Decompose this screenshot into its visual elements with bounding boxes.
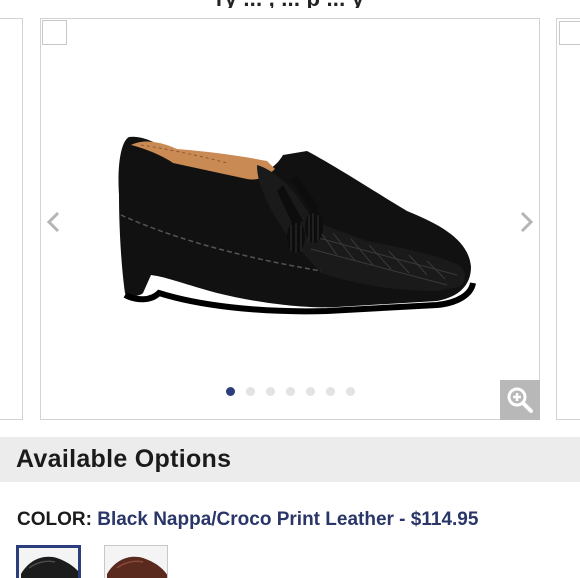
available-options-title: Available Options: [16, 445, 232, 473]
carousel-dot[interactable]: [326, 386, 335, 396]
compare-checkbox[interactable]: [42, 20, 67, 45]
carousel-dot[interactable]: [246, 386, 255, 396]
black-shoe-thumbnail: [19, 548, 78, 578]
chevron-right-icon: [520, 211, 534, 233]
carousel-dot[interactable]: [266, 386, 275, 396]
zoom-button[interactable]: [500, 380, 540, 420]
color-selection-line: COLOR: Black Nappa/Croco Print Leather -…: [17, 509, 478, 531]
loafer-shoe-image: [118, 136, 476, 315]
carousel-dot[interactable]: [306, 386, 315, 396]
compare-checkbox-next[interactable]: [559, 21, 580, 45]
color-swatch-brown[interactable]: [104, 545, 168, 578]
product-image-card: [40, 18, 540, 420]
zoom-in-icon: [507, 387, 533, 413]
carousel-prev-button[interactable]: [41, 207, 67, 237]
chevron-left-icon: [46, 211, 60, 233]
brown-shoe-thumbnail: [105, 546, 167, 578]
carousel-dots: [226, 385, 355, 397]
carousel-dot[interactable]: [346, 386, 355, 396]
carousel-next-button[interactable]: [513, 207, 539, 237]
selected-color-value: Black Nappa/Croco Print Leather - $114.9…: [97, 509, 479, 530]
color-label: COLOR:: [17, 509, 92, 530]
carousel-dot[interactable]: [286, 386, 295, 396]
color-swatch-black[interactable]: [16, 545, 81, 578]
previous-product-card[interactable]: [0, 18, 23, 420]
carousel-dot[interactable]: [226, 386, 235, 396]
clipped-heading-text: ry ... , ... p ... y: [0, 0, 580, 8]
available-options-header: Available Options: [0, 437, 580, 482]
next-product-card[interactable]: [556, 18, 580, 420]
